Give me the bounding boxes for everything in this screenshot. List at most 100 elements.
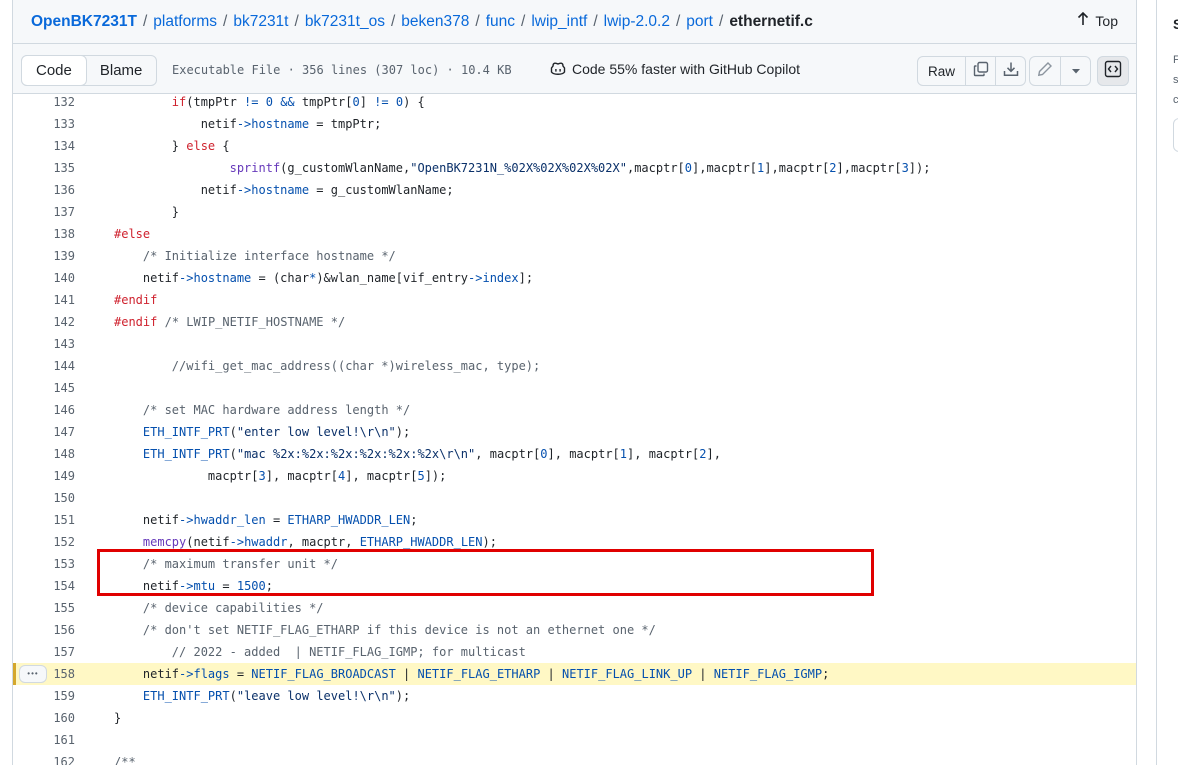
code-token: != — [244, 95, 259, 109]
code-token: #endif — [114, 293, 158, 307]
breadcrumb-link[interactable]: platforms — [153, 13, 217, 31]
top-link[interactable]: Top — [1077, 11, 1118, 29]
line-number[interactable]: 145 — [13, 377, 75, 399]
breadcrumb-link[interactable]: bk7231t — [233, 13, 288, 31]
code-token: ETH_INTF_PRT — [142, 425, 230, 439]
code-token: ( — [229, 425, 237, 439]
code-token: } — [171, 139, 187, 153]
code-token: { — [215, 139, 230, 153]
breadcrumb-link[interactable]: lwip_intf — [531, 13, 587, 31]
line-number[interactable]: 155 — [13, 597, 75, 619]
code-token: ], — [706, 447, 721, 461]
code-line: 151 netif->hwaddr_len = ETHARP_HWADDR_LE… — [13, 509, 1136, 531]
code-token: -> — [179, 667, 194, 681]
code-line: 161 — [13, 729, 1136, 751]
download-button[interactable] — [995, 57, 1025, 85]
code-token: 0 — [684, 161, 692, 175]
line-number[interactable]: 157 — [13, 641, 75, 663]
breadcrumb-repo-link[interactable]: OpenBK7231T — [31, 13, 137, 31]
symbols-panel-button[interactable] — [1097, 56, 1129, 86]
line-number[interactable]: 154 — [13, 575, 75, 597]
edit-button[interactable] — [1030, 57, 1060, 85]
line-number[interactable]: 146 — [13, 399, 75, 421]
code-token: /* maximum transfer unit */ — [142, 557, 338, 571]
code-token: ; — [265, 579, 273, 593]
code-text: #endif — [114, 289, 157, 311]
code-view[interactable]: 132 if(tmpPtr != 0 && tmpPtr[0] != 0) {1… — [13, 94, 1136, 765]
line-number[interactable]: 135 — [13, 157, 75, 179]
code-token: 0 — [265, 95, 273, 109]
code-token: , macptr[ — [475, 447, 541, 461]
breadcrumb-current-file: ethernetif.c — [729, 12, 813, 30]
line-number[interactable]: 151 — [13, 509, 75, 531]
line-number[interactable]: 148 — [13, 443, 75, 465]
code-token: //wifi_get_mac_address((char *)wireless_… — [171, 359, 541, 373]
raw-button[interactable]: Raw — [918, 57, 965, 85]
code-token: /* Initialize interface hostname */ — [142, 249, 396, 263]
line-number[interactable]: 147 — [13, 421, 75, 443]
code-token: -> — [468, 271, 483, 285]
line-number[interactable]: 159 — [13, 685, 75, 707]
line-number[interactable]: 137 — [13, 201, 75, 223]
line-number[interactable]: 139 — [13, 245, 75, 267]
code-token: NETIF_FLAG_LINK_UP — [562, 667, 693, 681]
line-number[interactable]: 150 — [13, 487, 75, 509]
code-text: netif->flags = NETIF_FLAG_BROADCAST | NE… — [114, 663, 829, 685]
breadcrumb-link[interactable]: port — [686, 13, 713, 31]
code-text: netif->hostname = tmpPtr; — [114, 113, 382, 135]
line-number[interactable]: 152 — [13, 531, 75, 553]
code-token: ] — [359, 95, 375, 109]
breadcrumb-link[interactable]: func — [486, 13, 515, 31]
code-token: } — [114, 711, 122, 725]
line-number[interactable]: 140 — [13, 267, 75, 289]
code-token: ],macptr[ — [836, 161, 902, 175]
copy-button[interactable] — [965, 57, 995, 85]
code-token: #else — [114, 227, 151, 241]
code-token: (netif — [186, 535, 230, 549]
tab-code[interactable]: Code — [21, 55, 87, 86]
line-number[interactable]: 134 — [13, 135, 75, 157]
breadcrumb-link[interactable]: beken378 — [401, 13, 469, 31]
code-text: } else { — [114, 135, 230, 157]
code-token: ) { — [403, 95, 425, 109]
code-token: , macptr, — [287, 535, 360, 549]
line-number[interactable]: 136 — [13, 179, 75, 201]
line-number[interactable]: 138 — [13, 223, 75, 245]
code-square-icon — [1104, 60, 1122, 83]
code-line: 136 netif->hostname = g_customWlanName; — [13, 179, 1136, 201]
breadcrumb-link[interactable]: bk7231t_os — [305, 13, 385, 31]
line-number[interactable]: 162 — [13, 751, 75, 765]
line-number[interactable]: 141 — [13, 289, 75, 311]
tab-blame[interactable]: Blame — [86, 56, 157, 85]
breadcrumb-link[interactable]: lwip-2.0.2 — [604, 13, 670, 31]
line-number[interactable]: 142 — [13, 311, 75, 333]
line-number[interactable]: 144 — [13, 355, 75, 377]
line-number[interactable]: 132 — [13, 94, 75, 113]
code-token: 0 — [540, 447, 548, 461]
edit-more-button[interactable] — [1060, 57, 1090, 85]
line-number[interactable]: 158 — [13, 663, 75, 685]
line-number[interactable]: 143 — [13, 333, 75, 355]
breadcrumb-separator: / — [142, 12, 148, 30]
code-line: 138 #else — [13, 223, 1136, 245]
side-panel-input[interactable] — [1173, 118, 1178, 152]
line-number[interactable]: 149 — [13, 465, 75, 487]
line-number[interactable]: 160 — [13, 707, 75, 729]
copilot-promo-link[interactable]: Code 55% faster with GitHub Copilot — [549, 61, 800, 77]
line-number[interactable]: 156 — [13, 619, 75, 641]
code-text: ETH_INTF_PRT("enter low level!\r\n"); — [114, 421, 410, 443]
line-number[interactable]: 161 — [13, 729, 75, 751]
line-number[interactable]: 133 — [13, 113, 75, 135]
raw-copy-download-group: Raw — [917, 56, 1027, 86]
code-text: // 2022 - added | NETIF_FLAG_IGMP; for m… — [114, 641, 526, 663]
line-number[interactable]: 153 — [13, 553, 75, 575]
code-line: 154 netif->mtu = 1500; — [13, 575, 1136, 597]
code-token: tmpPtr[ — [294, 95, 353, 109]
code-line: 159 ETH_INTF_PRT("leave low level!\r\n")… — [13, 685, 1136, 707]
